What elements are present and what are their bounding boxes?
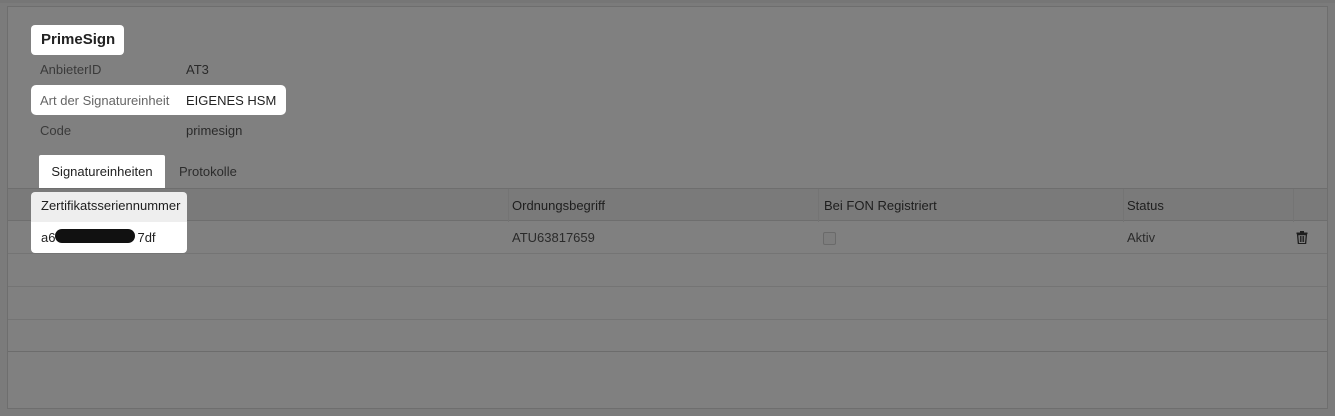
- provider-title: PrimeSign: [31, 25, 124, 55]
- table-row-empty: [8, 287, 1327, 320]
- trash-icon[interactable]: [1296, 231, 1308, 244]
- column-header-label: Zertifikatsseriennummer: [41, 198, 181, 213]
- signature-units-table: Ordnungsbegriff Bei FON Registriert Stat…: [8, 188, 1327, 352]
- field-value-signatureinheit: EIGENES HSM: [186, 93, 277, 108]
- field-label-anbieterid: AnbieterID: [40, 62, 102, 77]
- column-divider: [818, 189, 819, 222]
- column-header-ordnungsbegriff[interactable]: Ordnungsbegriff: [512, 198, 605, 213]
- column-divider: [1293, 189, 1294, 222]
- tab-signatureinheiten[interactable]: Signatureinheiten: [39, 155, 165, 189]
- field-value-anbieterid: AT3: [186, 62, 209, 77]
- redaction-bar: [55, 229, 135, 243]
- column-header-status[interactable]: Status: [1127, 198, 1164, 213]
- field-label-code: Code: [40, 123, 72, 138]
- tab-protokolle[interactable]: Protokolle: [179, 164, 237, 179]
- serial-suffix: 7df: [137, 230, 156, 245]
- top-border: [0, 0, 1335, 3]
- cell-ordnungsbegriff: ATU63817659: [512, 230, 595, 245]
- column-header-zertifikatsseriennummer[interactable]: Zertifikatsseriennummer: [31, 192, 187, 222]
- field-value-code: primesign: [186, 123, 243, 138]
- fon-registered-checkbox[interactable]: [823, 232, 836, 245]
- table-footer-divider: [8, 351, 1327, 352]
- cell-status: Aktiv: [1127, 230, 1156, 245]
- field-label-signatureinheit: Art der Signatureinheit: [40, 93, 170, 108]
- column-header-fon-registriert[interactable]: Bei FON Registriert: [824, 198, 937, 213]
- table-header: Ordnungsbegriff Bei FON Registriert Stat…: [8, 188, 1327, 222]
- table-row-empty: [8, 319, 1327, 352]
- table-row[interactable]: ATU63817659 Aktiv: [8, 221, 1327, 254]
- column-divider: [508, 189, 509, 222]
- cell-zertifikatsseriennummer[interactable]: a6 7df: [31, 222, 187, 253]
- column-divider: [1123, 189, 1124, 222]
- serial-prefix: a6: [41, 230, 56, 245]
- field-row-signatureinheit: Art der Signatureinheit EIGENES HSM: [31, 85, 286, 115]
- table-row-empty: [8, 254, 1327, 287]
